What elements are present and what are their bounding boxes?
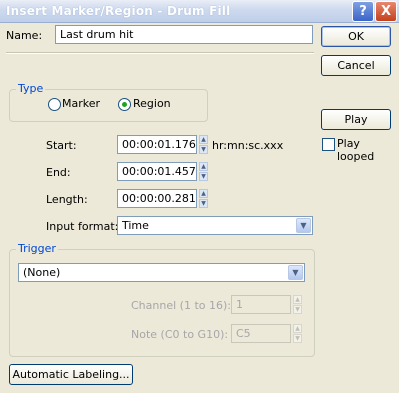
start-input[interactable]: 00:00:01.176 xyxy=(117,135,197,154)
play-looped-label: Play looped xyxy=(337,137,375,163)
cancel-button[interactable]: Cancel xyxy=(321,55,391,76)
spin-down-icon[interactable]: ▼ xyxy=(199,199,208,208)
trigger-group-label: Trigger xyxy=(16,242,58,255)
spin-down-icon[interactable]: ▼ xyxy=(293,305,302,314)
play-looped-checkbox[interactable] xyxy=(322,138,335,151)
spin-up-icon[interactable]: ▲ xyxy=(199,135,208,144)
trigger-value: (None) xyxy=(23,266,61,279)
spin-down-icon[interactable]: ▼ xyxy=(293,334,302,343)
radio-selected-dot xyxy=(122,102,127,107)
insert-marker-dialog: Insert Marker/Region - Drum Fill ? X Nam… xyxy=(0,0,399,393)
window-title: Insert Marker/Region - Drum Fill xyxy=(6,4,231,18)
spin-up-icon[interactable]: ▲ xyxy=(293,324,302,333)
help-icon[interactable]: ? xyxy=(352,1,374,22)
channel-spinner[interactable]: ▲ ▼ xyxy=(293,295,302,314)
input-format-select[interactable]: Time ▼ xyxy=(117,216,313,235)
play-button[interactable]: Play xyxy=(321,109,391,130)
chevron-down-icon[interactable]: ▼ xyxy=(288,265,303,280)
region-radio[interactable] xyxy=(118,98,131,111)
divider xyxy=(6,52,314,54)
note-label: Note (C0 to G10): xyxy=(131,328,229,341)
region-radio-label: Region xyxy=(133,97,171,110)
title-bar[interactable]: Insert Marker/Region - Drum Fill ? X xyxy=(0,0,399,23)
type-group: Type xyxy=(9,82,208,122)
end-spinner[interactable]: ▲ ▼ xyxy=(199,162,208,181)
name-label: Name: xyxy=(6,29,43,42)
marker-radio[interactable] xyxy=(48,98,61,111)
start-label: Start: xyxy=(46,139,77,152)
marker-radio-label: Marker xyxy=(62,97,101,110)
spin-down-icon[interactable]: ▼ xyxy=(199,145,208,154)
input-format-value: Time xyxy=(122,219,149,232)
name-input[interactable]: Last drum hit xyxy=(55,25,313,44)
spin-up-icon[interactable]: ▲ xyxy=(199,189,208,198)
ok-button[interactable]: OK xyxy=(321,26,391,47)
chevron-down-icon[interactable]: ▼ xyxy=(296,218,311,233)
note-input[interactable]: C5 xyxy=(231,324,291,343)
trigger-select[interactable]: (None) ▼ xyxy=(18,263,305,282)
spin-up-icon[interactable]: ▲ xyxy=(199,162,208,171)
type-group-label: Type xyxy=(16,82,46,95)
automatic-labeling-button[interactable]: Automatic Labeling... xyxy=(9,364,133,385)
end-input[interactable]: 00:00:01.457 xyxy=(117,162,197,181)
note-spinner[interactable]: ▲ ▼ xyxy=(293,324,302,343)
time-format-hint: hr:mn:sc.xxx xyxy=(212,139,284,152)
end-label: End: xyxy=(46,166,71,179)
spin-up-icon[interactable]: ▲ xyxy=(293,295,302,304)
length-label: Length: xyxy=(46,193,88,206)
length-input[interactable]: 00:00:00.281 xyxy=(117,189,197,208)
spin-down-icon[interactable]: ▼ xyxy=(199,172,208,181)
input-format-label: Input format: xyxy=(46,220,119,233)
length-spinner[interactable]: ▲ ▼ xyxy=(199,189,208,208)
close-icon[interactable]: X xyxy=(375,1,397,22)
channel-label: Channel (1 to 16): xyxy=(131,299,231,312)
channel-input[interactable]: 1 xyxy=(231,295,291,314)
start-spinner[interactable]: ▲ ▼ xyxy=(199,135,208,154)
